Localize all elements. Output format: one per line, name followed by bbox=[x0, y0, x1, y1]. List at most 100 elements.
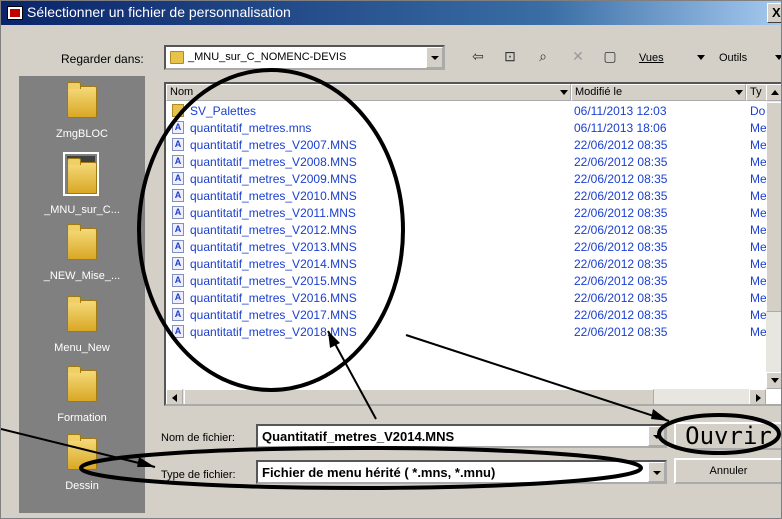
file-modified: 22/06/2012 08:35 bbox=[574, 223, 668, 237]
new-folder-icon[interactable]: ▢ bbox=[599, 45, 621, 67]
file-name: quantitatif_metres_V2007.MNS bbox=[190, 138, 357, 152]
file-type: Me bbox=[750, 138, 767, 152]
views-menu[interactable]: Vues bbox=[639, 52, 664, 64]
list-item[interactable]: A quantitatif_metres_V2010.MNS 22/06/201… bbox=[166, 187, 767, 204]
menu-file-icon: A bbox=[172, 206, 184, 219]
scroll-left-icon[interactable] bbox=[166, 389, 183, 404]
scroll-up-icon[interactable] bbox=[766, 84, 781, 101]
file-name: quantitatif_metres_V2017.MNS bbox=[190, 308, 357, 322]
list-item[interactable]: A quantitatif_metres_V2016.MNS 22/06/201… bbox=[166, 289, 767, 306]
place-label: ZmgBLOC bbox=[56, 128, 108, 140]
list-item[interactable]: A quantitatif_metres_V2018.MNS 22/06/201… bbox=[166, 323, 767, 340]
back-icon[interactable]: ⇦ bbox=[467, 45, 489, 67]
search-web-icon[interactable]: ⌕ bbox=[532, 45, 554, 67]
title-bar[interactable]: Sélectionner un fichier de personnalisat… bbox=[1, 1, 781, 25]
chevron-down-icon[interactable] bbox=[426, 47, 443, 68]
place-label: Formation bbox=[57, 412, 107, 424]
tools-menu[interactable]: Outils bbox=[719, 52, 747, 64]
file-name: quantitatif_metres_V2015.MNS bbox=[190, 274, 357, 288]
folder-icon bbox=[67, 80, 97, 118]
file-type: Me bbox=[750, 189, 767, 203]
menu-file-icon: A bbox=[172, 155, 184, 168]
chevron-down-icon[interactable] bbox=[648, 462, 665, 482]
file-modified: 22/06/2012 08:35 bbox=[574, 240, 668, 254]
menu-file-icon: A bbox=[172, 291, 184, 304]
filename-value: Quantitatif_metres_V2014.MNS bbox=[262, 429, 455, 444]
menu-file-icon: A bbox=[172, 172, 184, 185]
close-button[interactable]: X bbox=[767, 3, 781, 23]
file-modified: 22/06/2012 08:35 bbox=[574, 138, 668, 152]
folder-icon bbox=[67, 364, 97, 402]
list-item[interactable]: A quantitatif_metres_V2011.MNS 22/06/201… bbox=[166, 204, 767, 221]
places-bar: ZmgBLOC _MNU_sur_C... _NEW_Mise_... Menu… bbox=[19, 76, 145, 513]
file-modified: 22/06/2012 08:35 bbox=[574, 189, 668, 203]
views-dropdown-icon[interactable] bbox=[697, 55, 705, 60]
file-modified: 06/11/2013 18:06 bbox=[574, 121, 667, 135]
place-zmgbloc[interactable]: ZmgBLOC bbox=[19, 76, 145, 156]
menu-file-icon: A bbox=[172, 121, 184, 134]
open-button[interactable]: Ouvrir bbox=[674, 422, 781, 450]
filetype-select[interactable]: Fichier de menu hérité ( *.mns, *.mnu) bbox=[256, 460, 667, 484]
place-menu-new[interactable]: Menu_New bbox=[19, 290, 145, 370]
file-type: Do bbox=[750, 104, 766, 118]
list-item[interactable]: A quantitatif_metres_V2009.MNS 22/06/201… bbox=[166, 170, 767, 187]
look-in-dropdown[interactable]: _MNU_sur_C_NOMENC-DEVIS bbox=[164, 45, 445, 70]
scroll-right-icon[interactable] bbox=[749, 389, 766, 404]
menu-file-icon: A bbox=[172, 325, 184, 338]
menu-file-icon: A bbox=[172, 189, 184, 202]
file-modified: 22/06/2012 08:35 bbox=[574, 325, 668, 339]
column-headers: Nom Modifié le Ty bbox=[166, 84, 781, 101]
vertical-scrollbar[interactable] bbox=[766, 84, 781, 389]
list-item[interactable]: A quantitatif_metres.mns 06/11/2013 18:0… bbox=[166, 119, 767, 136]
file-name: quantitatif_metres.mns bbox=[190, 121, 312, 135]
file-type: Me bbox=[750, 240, 767, 254]
column-header-label: Nom bbox=[170, 86, 194, 98]
file-name: quantitatif_metres_V2012.MNS bbox=[190, 223, 357, 237]
file-type: Me bbox=[750, 257, 767, 271]
annotation-arrowhead bbox=[651, 409, 669, 421]
horizontal-scrollbar[interactable] bbox=[166, 389, 766, 404]
cancel-button[interactable]: Annuler bbox=[674, 458, 781, 484]
list-item[interactable]: A quantitatif_metres_V2007.MNS 22/06/201… bbox=[166, 136, 767, 153]
filename-input[interactable]: Quantitatif_metres_V2014.MNS bbox=[256, 424, 667, 448]
folder-icon bbox=[63, 152, 99, 196]
app-icon bbox=[7, 6, 23, 20]
list-item[interactable]: A quantitatif_metres_V2012.MNS 22/06/201… bbox=[166, 221, 767, 238]
scroll-thumb[interactable] bbox=[184, 389, 654, 404]
folder-icon bbox=[170, 51, 184, 64]
place-label: Dessin bbox=[65, 480, 99, 492]
up-folder-icon[interactable]: ⊡ bbox=[499, 45, 521, 67]
tools-dropdown-icon[interactable] bbox=[775, 55, 781, 60]
file-type: Me bbox=[750, 206, 767, 220]
column-header-name[interactable]: Nom bbox=[166, 84, 571, 101]
folder-icon bbox=[67, 432, 97, 470]
place-new-mise[interactable]: _NEW_Mise_... bbox=[19, 218, 145, 298]
chevron-down-icon[interactable] bbox=[560, 90, 568, 95]
chevron-down-icon[interactable] bbox=[735, 90, 743, 95]
chevron-down-icon[interactable] bbox=[648, 426, 665, 446]
file-type: Me bbox=[750, 223, 767, 237]
file-list[interactable]: Nom Modifié le Ty SV_Palettes 06/11/2013… bbox=[164, 82, 781, 406]
file-name: quantitatif_metres_V2011.MNS bbox=[190, 206, 356, 220]
scroll-down-icon[interactable] bbox=[766, 372, 781, 389]
file-name: quantitatif_metres_V2016.MNS bbox=[190, 291, 357, 305]
file-modified: 22/06/2012 08:35 bbox=[574, 172, 668, 186]
place-label: _NEW_Mise_... bbox=[43, 270, 121, 282]
list-item[interactable]: A quantitatif_metres_V2013.MNS 22/06/201… bbox=[166, 238, 767, 255]
column-header-modified[interactable]: Modifié le bbox=[571, 84, 746, 101]
delete-icon[interactable]: ✕ bbox=[567, 45, 589, 67]
list-item[interactable]: SV_Palettes 06/11/2013 12:03 Do bbox=[166, 102, 766, 119]
file-modified: 22/06/2012 08:35 bbox=[574, 308, 668, 322]
list-item[interactable]: A quantitatif_metres_V2017.MNS 22/06/201… bbox=[166, 306, 767, 323]
menu-file-icon: A bbox=[172, 257, 184, 270]
look-in-label: Regarder dans: bbox=[61, 52, 144, 66]
list-item[interactable]: A quantitatif_metres_V2008.MNS 22/06/201… bbox=[166, 153, 767, 170]
list-item[interactable]: A quantitatif_metres_V2015.MNS 22/06/201… bbox=[166, 272, 767, 289]
place-dessin[interactable]: Dessin bbox=[19, 428, 145, 508]
folder-icon bbox=[67, 222, 97, 260]
place-label: _MNU_sur_C... bbox=[44, 204, 120, 216]
filetype-value: Fichier de menu hérité ( *.mns, *.mnu) bbox=[262, 465, 496, 480]
scroll-thumb[interactable] bbox=[766, 102, 781, 312]
file-modified: 22/06/2012 08:35 bbox=[574, 291, 668, 305]
list-item[interactable]: A quantitatif_metres_V2014.MNS 22/06/201… bbox=[166, 255, 767, 272]
